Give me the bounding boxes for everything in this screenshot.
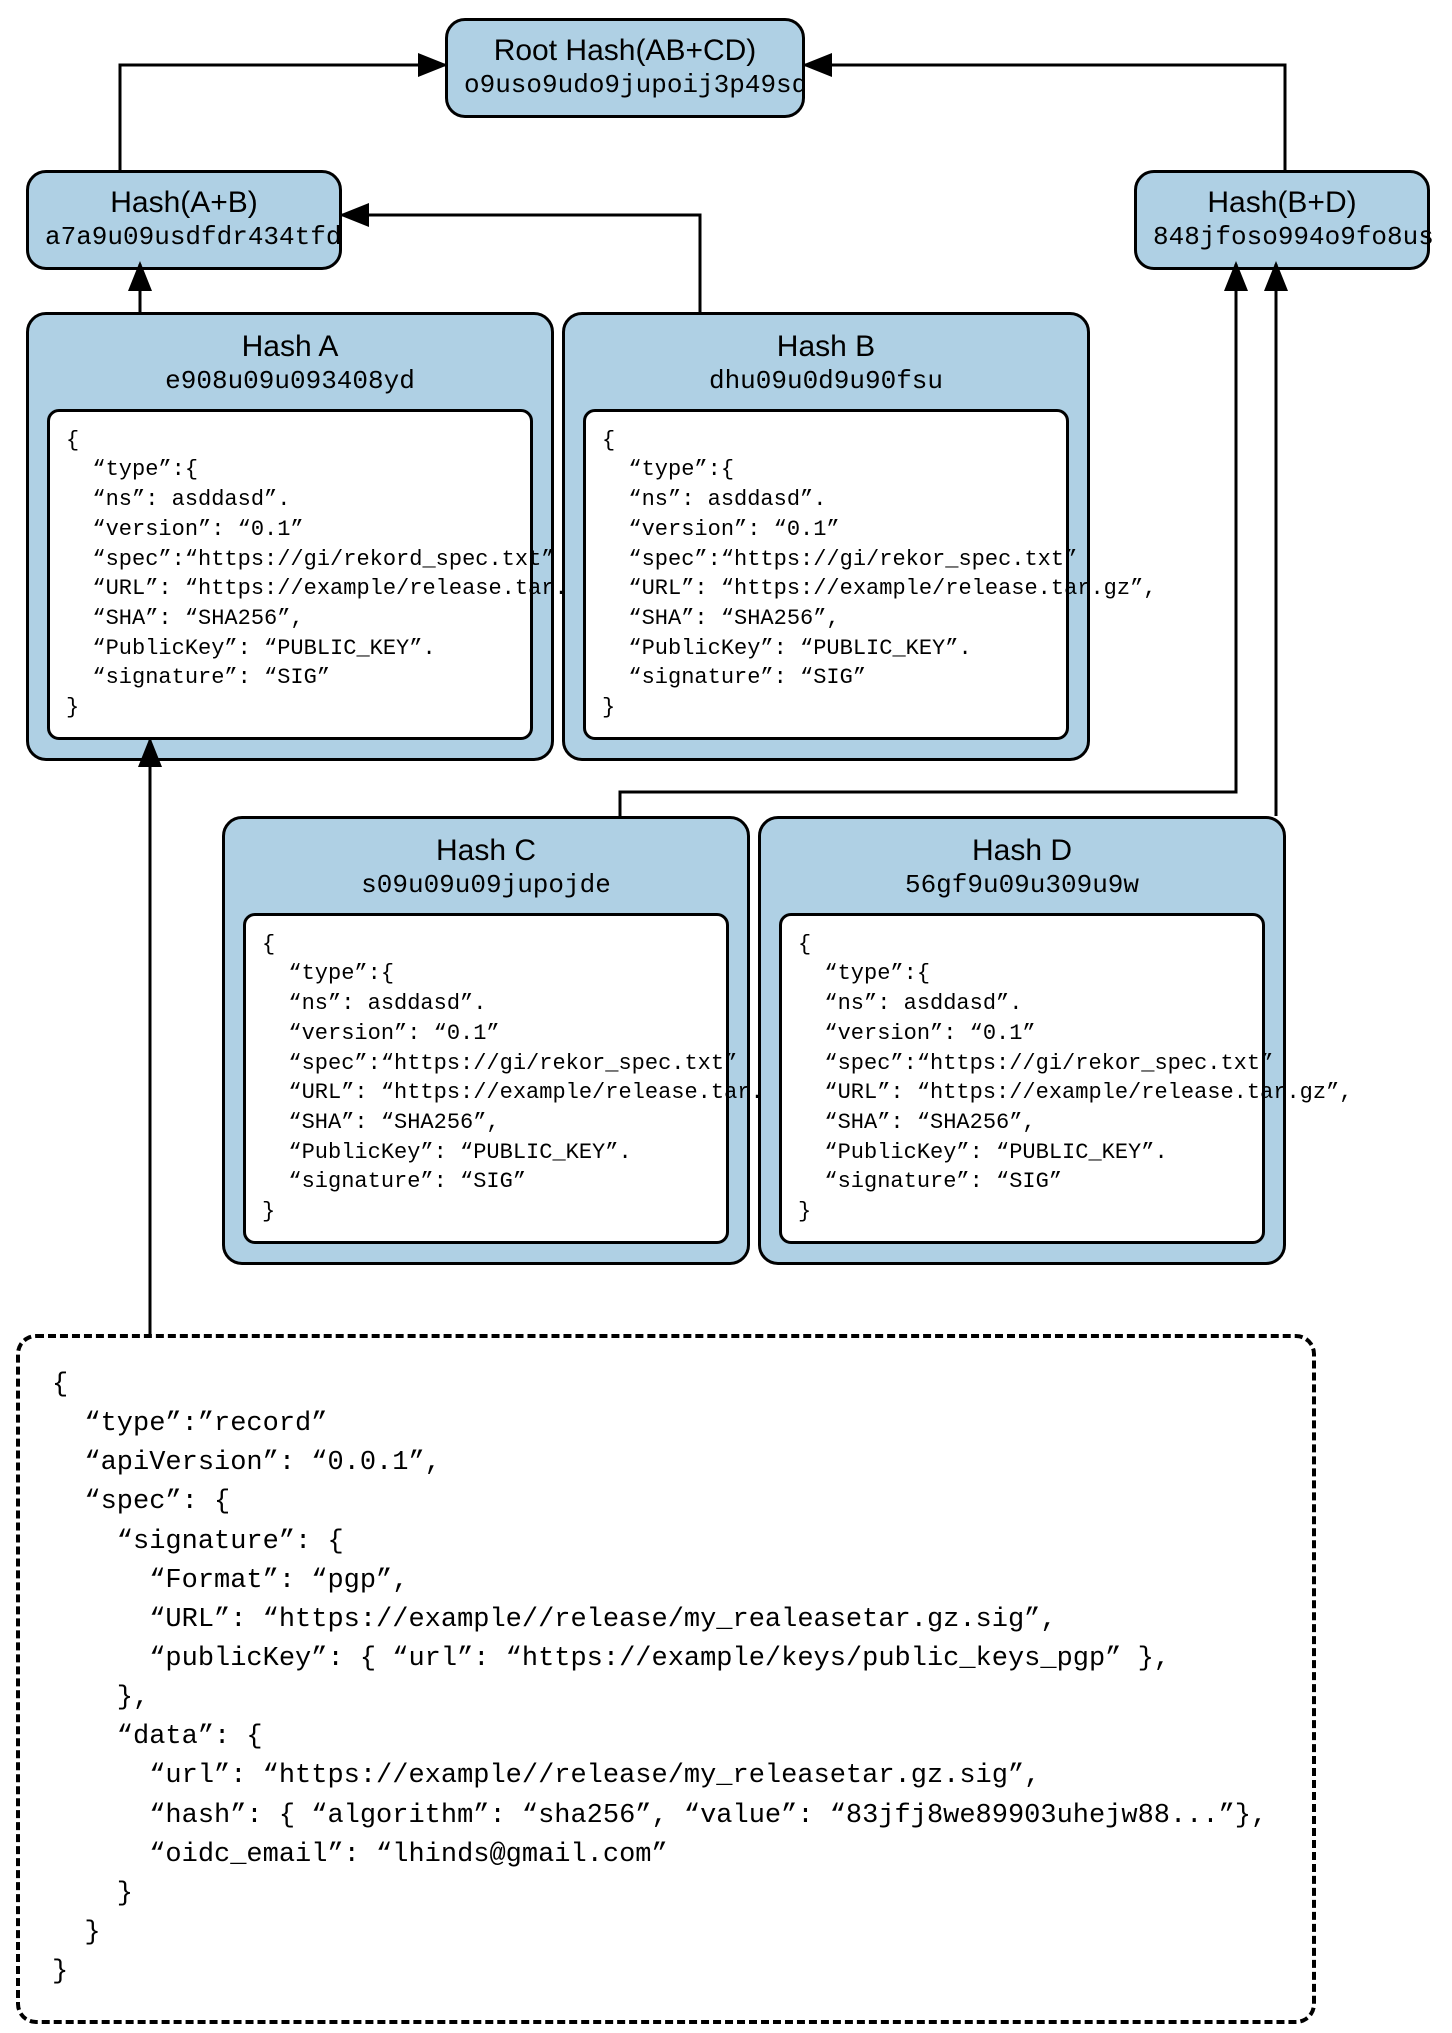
hash-ab-title: Hash(A+B) xyxy=(45,185,323,221)
hash-bd-title: Hash(B+D) xyxy=(1153,185,1411,221)
hash-d-node: Hash D 56gf9u09u309u9w { “type”:{ “ns”: … xyxy=(758,816,1286,1265)
hash-b-title: Hash B xyxy=(583,329,1069,365)
record-json-box: { “type”:”record” “apiVersion”: “0.0.1”,… xyxy=(16,1334,1316,2024)
hash-b-value: dhu09u0d9u90fsu xyxy=(583,365,1069,399)
root-hash-value: o9uso9udo9jupoij3p49sd xyxy=(464,69,786,103)
hash-bd-value: 848jfoso994o9fo8us xyxy=(1153,221,1411,255)
arrow-ab-to-root xyxy=(120,65,445,170)
hash-a-title: Hash A xyxy=(47,329,533,365)
arrow-bd-to-root xyxy=(805,65,1285,170)
hash-d-value: 56gf9u09u309u9w xyxy=(779,869,1265,903)
hash-a-value: e908u09u093408yd xyxy=(47,365,533,399)
hash-ab-value: a7a9u09usdfdr434tfd xyxy=(45,221,323,255)
hash-ab-node: Hash(A+B) a7a9u09usdfdr434tfd xyxy=(26,170,342,270)
hash-c-node: Hash C s09u09u09jupojde { “type”:{ “ns”:… xyxy=(222,816,750,1265)
root-hash-title: Root Hash(AB+CD) xyxy=(464,33,786,69)
hash-a-node: Hash A e908u09u093408yd { “type”:{ “ns”:… xyxy=(26,312,554,761)
hash-d-title: Hash D xyxy=(779,833,1265,869)
hash-b-json: { “type”:{ “ns”: asddasd”. “version”: “0… xyxy=(583,409,1069,740)
hash-d-json: { “type”:{ “ns”: asddasd”. “version”: “0… xyxy=(779,913,1265,1244)
root-hash-node: Root Hash(AB+CD) o9uso9udo9jupoij3p49sd xyxy=(445,18,805,118)
hash-c-json: { “type”:{ “ns”: asddasd”. “version”: “0… xyxy=(243,913,729,1244)
hash-c-value: s09u09u09jupojde xyxy=(243,869,729,903)
arrow-b-to-ab xyxy=(342,215,700,312)
hash-a-json: { “type”:{ “ns”: asddasd”. “version”: “0… xyxy=(47,409,533,740)
hash-bd-node: Hash(B+D) 848jfoso994o9fo8us xyxy=(1134,170,1430,270)
hash-b-node: Hash B dhu09u0d9u90fsu { “type”:{ “ns”: … xyxy=(562,312,1090,761)
hash-c-title: Hash C xyxy=(243,833,729,869)
